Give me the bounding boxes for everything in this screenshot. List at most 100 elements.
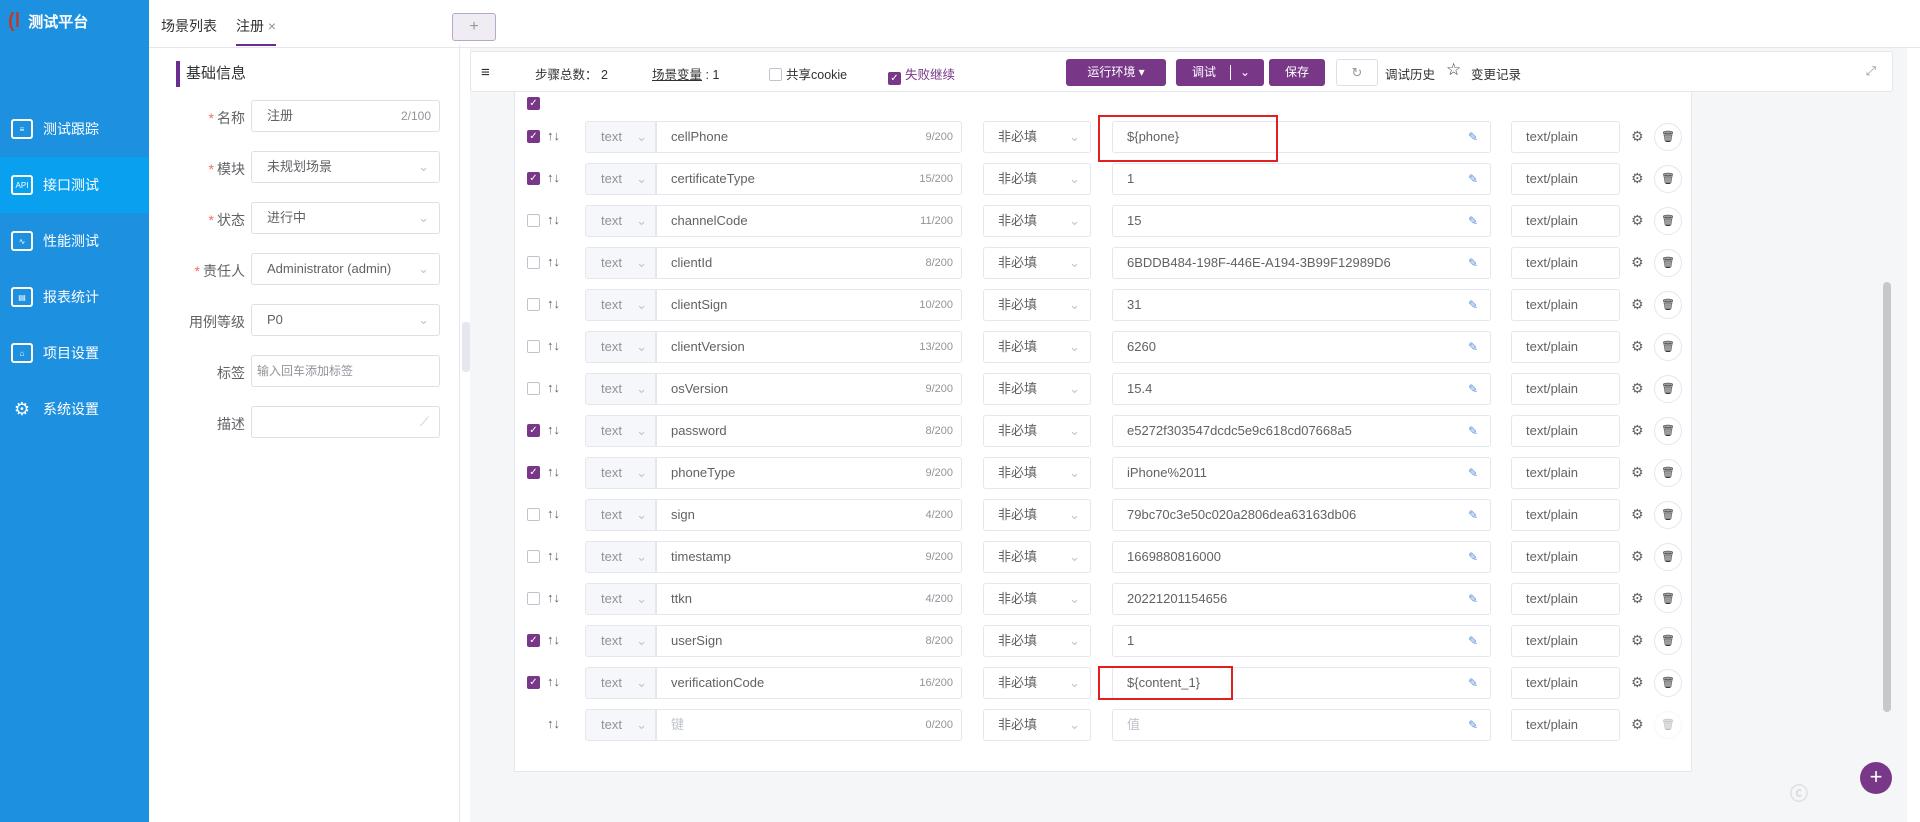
edit-icon[interactable]: ✎ xyxy=(1468,626,1478,656)
required-select[interactable]: 非必填 ⌄ xyxy=(983,541,1091,573)
move-arrows-icon[interactable]: ↑↓ xyxy=(547,380,560,395)
checkbox[interactable] xyxy=(769,68,782,81)
refresh-icon[interactable]: ↻ xyxy=(1336,59,1378,86)
settings-icon[interactable]: ⚙ xyxy=(1631,548,1644,565)
delete-icon[interactable]: 🗑 xyxy=(1654,333,1682,361)
delete-icon[interactable]: 🗑 xyxy=(1654,375,1682,403)
settings-icon[interactable]: ⚙ xyxy=(1631,338,1644,355)
settings-icon[interactable]: ⚙ xyxy=(1631,170,1644,187)
content-type-input[interactable]: text/plain xyxy=(1511,373,1620,405)
row-checkbox[interactable]: ✓ xyxy=(527,466,540,479)
key-input[interactable]: certificateType 15/200 xyxy=(656,163,962,195)
type-select[interactable]: text ⌄ xyxy=(585,205,656,237)
required-select[interactable]: 非必填 ⌄ xyxy=(983,583,1091,615)
type-select[interactable]: text ⌄ xyxy=(585,247,656,279)
content-type-input[interactable]: text/plain xyxy=(1511,625,1620,657)
delete-icon[interactable]: 🗑 xyxy=(1654,165,1682,193)
settings-icon[interactable]: ⚙ xyxy=(1631,296,1644,313)
type-select[interactable]: text ⌄ xyxy=(585,625,656,657)
delete-icon[interactable]: 🗑 xyxy=(1654,711,1682,739)
content-type-input[interactable]: text/plain xyxy=(1511,289,1620,321)
save-button[interactable]: 保存 xyxy=(1269,59,1325,86)
chevron-down-icon[interactable]: ⌄ xyxy=(1240,59,1250,86)
edit-icon[interactable]: ✎ xyxy=(1468,542,1478,572)
share-cookie-checkbox[interactable]: 共享cookie xyxy=(769,64,847,83)
move-arrows-icon[interactable]: ↑↓ xyxy=(547,548,560,563)
content-type-input[interactable]: text/plain xyxy=(1511,667,1620,699)
change-log-link[interactable]: 变更记录 xyxy=(1471,64,1521,83)
required-select[interactable]: 非必填 ⌄ xyxy=(983,625,1091,657)
delete-icon[interactable]: 🗑 xyxy=(1654,627,1682,655)
settings-icon[interactable]: ⚙ xyxy=(1631,380,1644,397)
row-checkbox[interactable] xyxy=(527,508,540,521)
type-select[interactable]: text ⌄ xyxy=(585,289,656,321)
sidebar-item-1[interactable]: API 接口测试 xyxy=(0,157,149,213)
run-environment-button[interactable]: 运行环境 ▾ xyxy=(1066,59,1166,86)
settings-icon[interactable]: ⚙ xyxy=(1631,128,1644,145)
tab-scene-list[interactable]: 场景列表 xyxy=(161,16,217,36)
fail-continue-checkbox[interactable]: ✓ 失败继续 xyxy=(888,64,955,85)
add-tab-button[interactable]: + xyxy=(452,13,496,41)
row-checkbox[interactable]: ✓ xyxy=(527,676,540,689)
edit-icon[interactable]: ✎ xyxy=(1468,584,1478,614)
key-input[interactable]: osVersion 9/200 xyxy=(656,373,962,405)
type-select[interactable]: text ⌄ xyxy=(585,541,656,573)
content-type-input[interactable]: text/plain xyxy=(1511,415,1620,447)
row-checkbox[interactable]: ✓ xyxy=(527,172,540,185)
fullscreen-icon[interactable]: ⤢ xyxy=(1866,64,1876,79)
key-input[interactable]: verificationCode 16/200 xyxy=(656,667,962,699)
input-field[interactable]: 注册 2/100 xyxy=(251,100,440,132)
select-field[interactable]: P0 ⌄ xyxy=(251,304,440,336)
move-arrows-icon[interactable]: ↑↓ xyxy=(547,590,560,605)
required-select[interactable]: 非必填 ⌄ xyxy=(983,121,1091,153)
tab-register[interactable]: 注册 × xyxy=(236,16,277,46)
key-input[interactable]: channelCode 11/200 xyxy=(656,205,962,237)
content-type-input[interactable]: text/plain xyxy=(1511,163,1620,195)
edit-icon[interactable]: ✎ xyxy=(1468,500,1478,530)
content-type-input[interactable]: text/plain xyxy=(1511,457,1620,489)
settings-icon[interactable]: ⚙ xyxy=(1631,464,1644,481)
move-arrows-icon[interactable]: ↑↓ xyxy=(547,128,560,143)
delete-icon[interactable]: 🗑 xyxy=(1654,249,1682,277)
panel-resize-handle[interactable] xyxy=(462,322,470,372)
edit-icon[interactable]: ✎ xyxy=(1468,164,1478,194)
move-arrows-icon[interactable]: ↑↓ xyxy=(547,632,560,647)
move-arrows-icon[interactable]: ↑↓ xyxy=(547,464,560,479)
key-input[interactable]: 键 0/200 xyxy=(656,709,962,741)
settings-icon[interactable]: ⚙ xyxy=(1631,632,1644,649)
sidebar-item-3[interactable]: ▤ 报表统计 xyxy=(0,269,149,325)
row-checkbox[interactable]: ✓ xyxy=(527,130,540,143)
type-select[interactable]: text ⌄ xyxy=(585,583,656,615)
required-select[interactable]: 非必填 ⌄ xyxy=(983,709,1091,741)
select-all-checkbox[interactable]: ✓ xyxy=(527,97,540,110)
type-select[interactable]: text ⌄ xyxy=(585,373,656,405)
add-step-button[interactable]: + xyxy=(1860,762,1892,794)
edit-icon[interactable]: ✎ xyxy=(1468,248,1478,278)
delete-icon[interactable]: 🗑 xyxy=(1654,123,1682,151)
value-input[interactable]: 15.4 ✎ xyxy=(1112,373,1491,405)
key-input[interactable]: sign 4/200 xyxy=(656,499,962,531)
value-input[interactable]: 1 ✎ xyxy=(1112,163,1491,195)
move-arrows-icon[interactable]: ↑↓ xyxy=(547,422,560,437)
type-select[interactable]: text ⌄ xyxy=(585,121,656,153)
value-input[interactable]: 值 ✎ xyxy=(1112,709,1491,741)
select-field[interactable]: Administrator (admin) ⌄ xyxy=(251,253,440,285)
sidebar-item-5[interactable]: ⚙ 系统设置 xyxy=(0,381,149,437)
move-arrows-icon[interactable]: ↑↓ xyxy=(547,674,560,689)
required-select[interactable]: 非必填 ⌄ xyxy=(983,247,1091,279)
required-select[interactable]: 非必填 ⌄ xyxy=(983,667,1091,699)
required-select[interactable]: 非必填 ⌄ xyxy=(983,373,1091,405)
settings-icon[interactable]: ⚙ xyxy=(1631,254,1644,271)
type-select[interactable]: text ⌄ xyxy=(585,163,656,195)
delete-icon[interactable]: 🗑 xyxy=(1654,543,1682,571)
edit-icon[interactable]: ✎ xyxy=(1468,374,1478,404)
value-input[interactable]: 31 ✎ xyxy=(1112,289,1491,321)
row-checkbox[interactable] xyxy=(527,340,540,353)
scene-variables[interactable]: 场景变量 : 1 xyxy=(652,64,719,83)
delete-icon[interactable]: 🗑 xyxy=(1654,417,1682,445)
sidebar-item-2[interactable]: ∿ 性能测试 xyxy=(0,213,149,269)
type-select[interactable]: text ⌄ xyxy=(585,709,656,741)
value-input[interactable]: 1 ✎ xyxy=(1112,625,1491,657)
select-field[interactable]: 未规划场景 ⌄ xyxy=(251,151,440,183)
menu-icon[interactable]: ≡ xyxy=(481,64,490,81)
